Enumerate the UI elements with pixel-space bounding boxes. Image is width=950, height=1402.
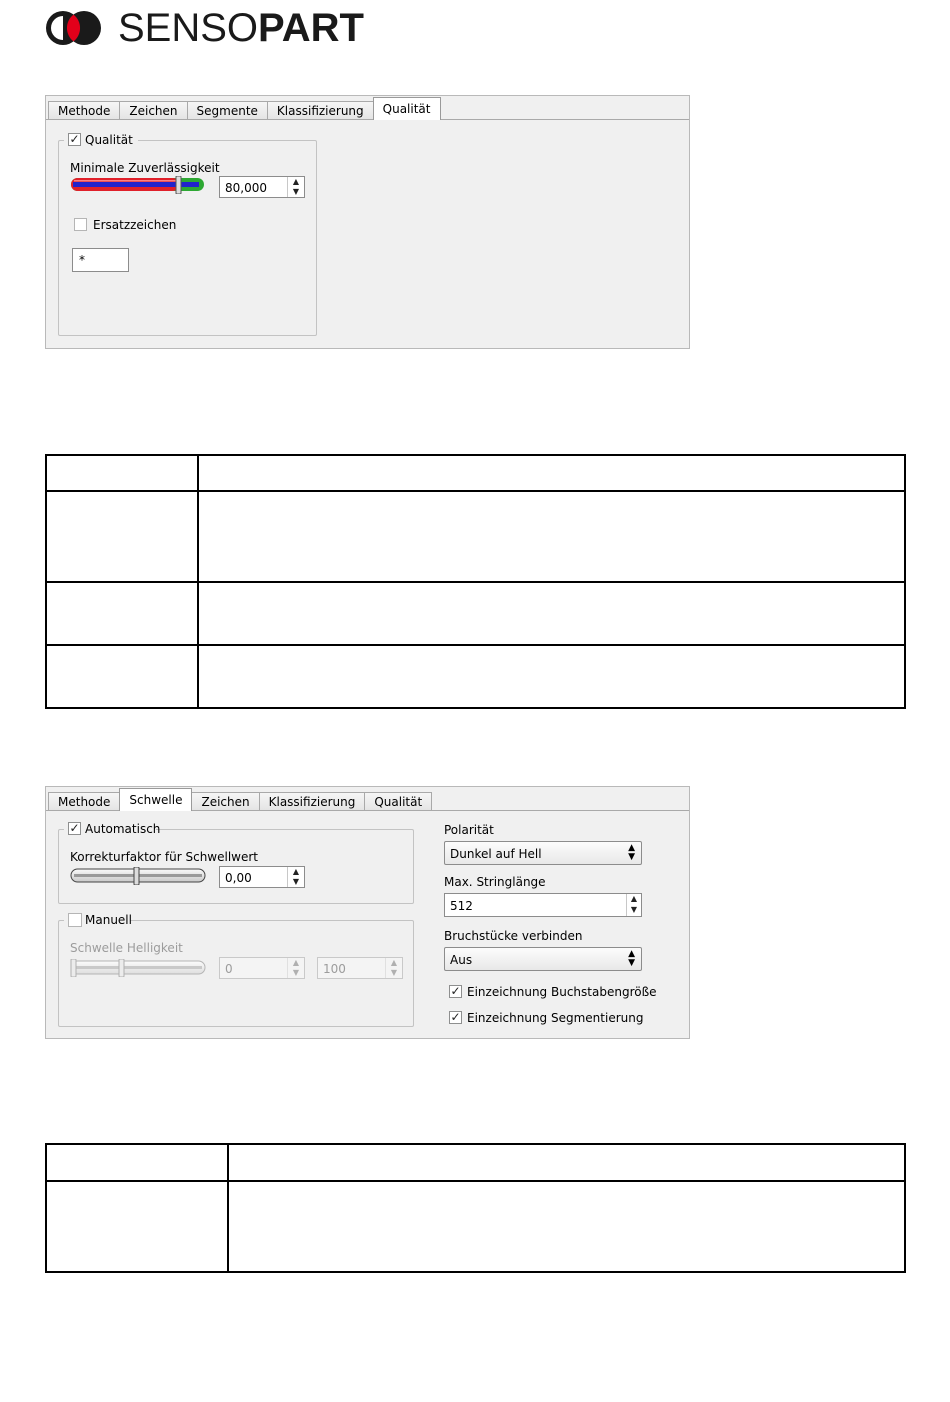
table-cell: [197, 644, 906, 709]
min-confidence-spinbox[interactable]: 80,000 ▲ ▼: [219, 176, 305, 198]
tab-zeichen[interactable]: Zeichen: [119, 101, 188, 120]
spin-arrows[interactable]: ▲ ▼: [287, 177, 304, 197]
substitute-char-label: Ersatzzeichen: [93, 218, 177, 232]
tab-klassifizierung[interactable]: Klassifizierung: [266, 101, 374, 120]
spin-up-icon: ▲: [390, 958, 398, 967]
tab-content: ✓ Automatisch Korrekturfaktor für Schwel…: [46, 810, 689, 1038]
tab-methode[interactable]: Methode: [48, 792, 121, 811]
tab-schwelle[interactable]: Schwelle: [119, 788, 193, 811]
draw-segmentation-label: Einzeichnung Segmentierung: [467, 1011, 644, 1025]
table-cell: [197, 454, 906, 492]
table-cell: [197, 581, 906, 646]
brand-name-bold: PART: [258, 6, 364, 50]
polarity-label: Polarität: [444, 823, 494, 837]
spin-arrows: ▲ ▼: [385, 958, 402, 978]
updown-arrows-icon: ▲ ▼: [628, 843, 635, 862]
sensopart-logo-icon: [46, 11, 101, 45]
table-row: [45, 1180, 906, 1273]
tab-qualitaet[interactable]: Qualität: [372, 97, 441, 120]
quality-checkbox[interactable]: ✓: [68, 133, 81, 146]
tab-bar: Methode Zeichen Segmente Klassifizierung…: [46, 96, 689, 120]
spin-down-icon[interactable]: ▼: [288, 877, 304, 887]
ocr-quality-panel: Methode Zeichen Segmente Klassifizierung…: [45, 95, 690, 349]
table-cell: [45, 581, 199, 646]
spin-down-icon: ▼: [390, 968, 398, 977]
correction-factor-spinbox[interactable]: 0,00 ▲ ▼: [219, 866, 305, 888]
connect-fragments-label: Bruchstücke verbinden: [444, 929, 583, 943]
spin-up-icon: ▲: [292, 958, 300, 967]
manual-checkbox-label: Manuell: [85, 913, 132, 927]
tab-methode[interactable]: Methode: [48, 101, 121, 120]
table-row: [45, 581, 906, 646]
spin-up-icon[interactable]: ▲: [627, 894, 641, 905]
draw-char-size-checkbox[interactable]: ✓: [449, 985, 462, 998]
threshold-max-spinbox: 100 ▲ ▼: [317, 957, 403, 979]
substitute-char-value: *: [79, 253, 85, 267]
spin-up-icon[interactable]: ▲: [288, 177, 304, 187]
tab-bar: Methode Schwelle Zeichen Klassifizierung…: [46, 787, 689, 811]
max-string-length-spinbox[interactable]: 512 ▲ ▼: [444, 893, 642, 917]
threshold-min-spinbox: 0 ▲ ▼: [219, 957, 305, 979]
table-cell: [227, 1180, 906, 1273]
tab-klassifizierung[interactable]: Klassifizierung: [258, 792, 366, 811]
polarity-select[interactable]: Dunkel auf Hell ▲ ▼: [444, 841, 642, 865]
spin-arrows[interactable]: ▲ ▼: [626, 894, 641, 916]
brand-wordmark: SENSOPART: [118, 6, 364, 50]
brightness-threshold-slider: [70, 959, 206, 977]
updown-arrows-icon: ▲ ▼: [628, 949, 635, 968]
table-row: [45, 1143, 906, 1182]
table-row: [45, 644, 906, 709]
substitute-char-checkbox[interactable]: [74, 218, 87, 231]
threshold-max-value: 100: [323, 962, 346, 976]
table-cell: [45, 490, 199, 583]
table-cell: [45, 454, 199, 492]
automatic-checkbox[interactable]: ✓: [68, 822, 81, 835]
spin-down-icon[interactable]: ▼: [627, 905, 641, 916]
spin-arrows: ▲ ▼: [287, 958, 304, 978]
manual-checkbox[interactable]: [68, 913, 82, 927]
tab-segmente[interactable]: Segmente: [186, 101, 268, 120]
table-cell: [45, 644, 199, 709]
automatic-checkbox-label: Automatisch: [85, 822, 161, 836]
threshold-min-value: 0: [225, 962, 233, 976]
spin-down-icon: ▼: [292, 968, 300, 977]
connect-fragments-selected-value: Aus: [450, 953, 473, 967]
description-table-1: [45, 454, 906, 709]
tab-zeichen[interactable]: Zeichen: [191, 792, 260, 811]
table-cell: [197, 490, 906, 583]
max-string-length-value: 512: [450, 899, 473, 913]
description-table-2: [45, 1143, 906, 1273]
brightness-threshold-label: Schwelle Helligkeit: [70, 941, 183, 955]
min-confidence-label: Minimale Zuverlässigkeit: [70, 161, 220, 175]
spin-down-icon[interactable]: ▼: [288, 187, 304, 197]
max-string-length-label: Max. Stringlänge: [444, 875, 546, 889]
draw-char-size-label: Einzeichnung Buchstabengröße: [467, 985, 657, 999]
correction-factor-label: Korrekturfaktor für Schwellwert: [70, 850, 259, 864]
brand-name-light: SENSO: [118, 6, 259, 50]
table-row: [45, 490, 906, 583]
table-cell: [45, 1143, 229, 1182]
polarity-selected-value: Dunkel auf Hell: [450, 847, 542, 861]
connect-fragments-select[interactable]: Aus ▲ ▼: [444, 947, 642, 971]
spin-arrows[interactable]: ▲ ▼: [287, 867, 304, 887]
tab-qualitaet[interactable]: Qualität: [364, 792, 433, 811]
quality-checkbox-label: Qualität: [85, 133, 133, 147]
draw-segmentation-checkbox[interactable]: ✓: [449, 1011, 462, 1024]
table-cell: [227, 1143, 906, 1182]
correction-factor-value: 0,00: [225, 871, 252, 885]
ocr-threshold-panel: Methode Schwelle Zeichen Klassifizierung…: [45, 786, 690, 1039]
tab-content: ✓ Qualität Minimale Zuverlässigkeit 80,0…: [46, 119, 689, 348]
table-row: [45, 454, 906, 492]
correction-factor-slider[interactable]: [70, 867, 208, 885]
min-confidence-value: 80,000: [225, 181, 267, 195]
substitute-char-input[interactable]: *: [72, 248, 129, 272]
spin-up-icon[interactable]: ▲: [288, 867, 304, 877]
min-confidence-slider[interactable]: [70, 176, 208, 194]
table-cell: [45, 1180, 229, 1273]
